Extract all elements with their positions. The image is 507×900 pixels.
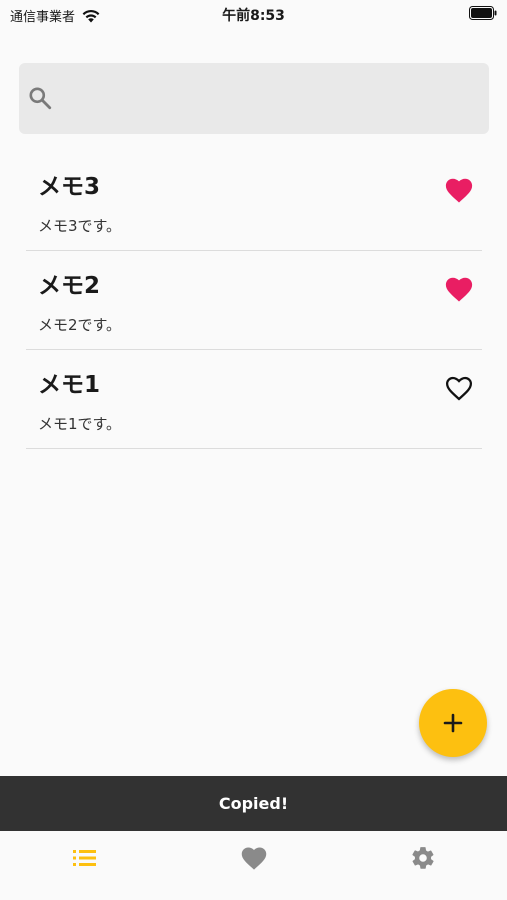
- snackbar-message: Copied!: [218, 794, 289, 813]
- nav-tab-list[interactable]: [65, 843, 105, 873]
- status-bar: 通信事業者 午前8:53: [0, 0, 507, 30]
- memo-body: メモ3です。: [38, 217, 122, 235]
- nav-tab-favorites[interactable]: [234, 843, 274, 873]
- nav-tab-settings[interactable]: [403, 843, 443, 873]
- memo-list-item[interactable]: メモ1 メモ1です。: [26, 350, 482, 449]
- memo-list-item[interactable]: メモ2 メモ2です。: [26, 251, 482, 350]
- memo-body: メモ1です。: [38, 415, 122, 433]
- favorite-heart-outline-icon[interactable]: [444, 374, 474, 402]
- app-screen: 通信事業者 午前8:53 メモ3 メモ3です。 メモ2 メモ2です。 メモ1 メ…: [0, 0, 507, 900]
- memo-title: メモ2: [38, 273, 101, 299]
- bottom-navigation: [0, 831, 507, 900]
- battery-icon: [469, 6, 497, 20]
- memo-list-item[interactable]: メモ3 メモ3です。: [26, 152, 482, 251]
- search-icon: [29, 87, 52, 110]
- memo-body: メモ2です。: [38, 316, 122, 334]
- snackbar: Copied!: [0, 776, 507, 831]
- add-memo-button[interactable]: [419, 689, 487, 757]
- status-time: 午前8:53: [222, 8, 285, 24]
- search-input[interactable]: [63, 63, 477, 136]
- memo-list: メモ3 メモ3です。 メモ2 メモ2です。 メモ1 メモ1です。: [26, 152, 482, 449]
- memo-title: メモ3: [38, 174, 101, 200]
- list-icon: [73, 850, 96, 866]
- heart-icon: [241, 847, 267, 870]
- plus-icon: [443, 713, 463, 733]
- gear-icon: [412, 847, 434, 869]
- favorite-heart-filled-icon[interactable]: [444, 176, 474, 204]
- favorite-heart-filled-icon[interactable]: [444, 275, 474, 303]
- memo-title: メモ1: [38, 372, 101, 398]
- search-bar[interactable]: [19, 63, 489, 136]
